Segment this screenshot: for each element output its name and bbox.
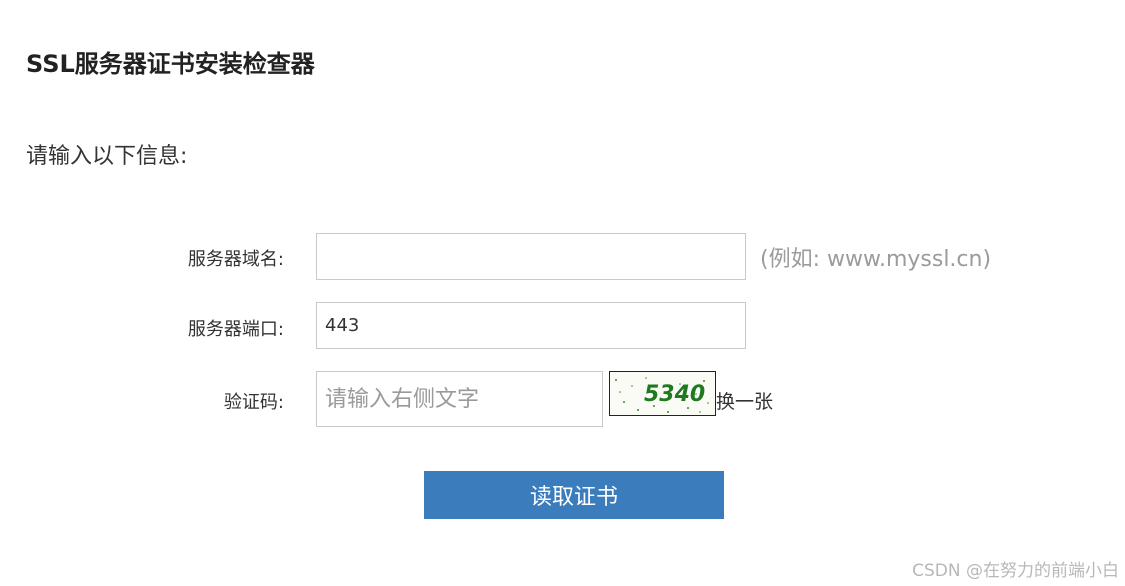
- captcha-image-text: 5340: [644, 382, 705, 407]
- csdn-watermark: CSDN @在努力的前端小白: [912, 561, 1119, 581]
- domain-input[interactable]: [316, 233, 746, 280]
- captcha-label: 验证码:: [223, 392, 284, 413]
- captcha-graphic: 5340: [615, 377, 709, 413]
- ssl-checker-page: SSL服务器证书安装检查器 请输入以下信息: 服务器域名: (例如: www.m…: [0, 0, 1125, 586]
- captcha-image[interactable]: 5340: [609, 371, 716, 416]
- domain-label: 服务器域名:: [187, 249, 284, 270]
- form-instruction: 请输入以下信息:: [26, 144, 188, 169]
- port-label: 服务器端口:: [187, 319, 284, 340]
- captcha-input[interactable]: [316, 371, 603, 427]
- domain-example-hint: (例如: www.myssl.cn): [760, 247, 992, 272]
- read-certificate-button[interactable]: 读取证书: [424, 471, 724, 519]
- port-input[interactable]: [316, 302, 746, 349]
- refresh-captcha-link[interactable]: 换一张: [716, 387, 773, 414]
- page-title: SSL服务器证书安装检查器: [26, 50, 315, 78]
